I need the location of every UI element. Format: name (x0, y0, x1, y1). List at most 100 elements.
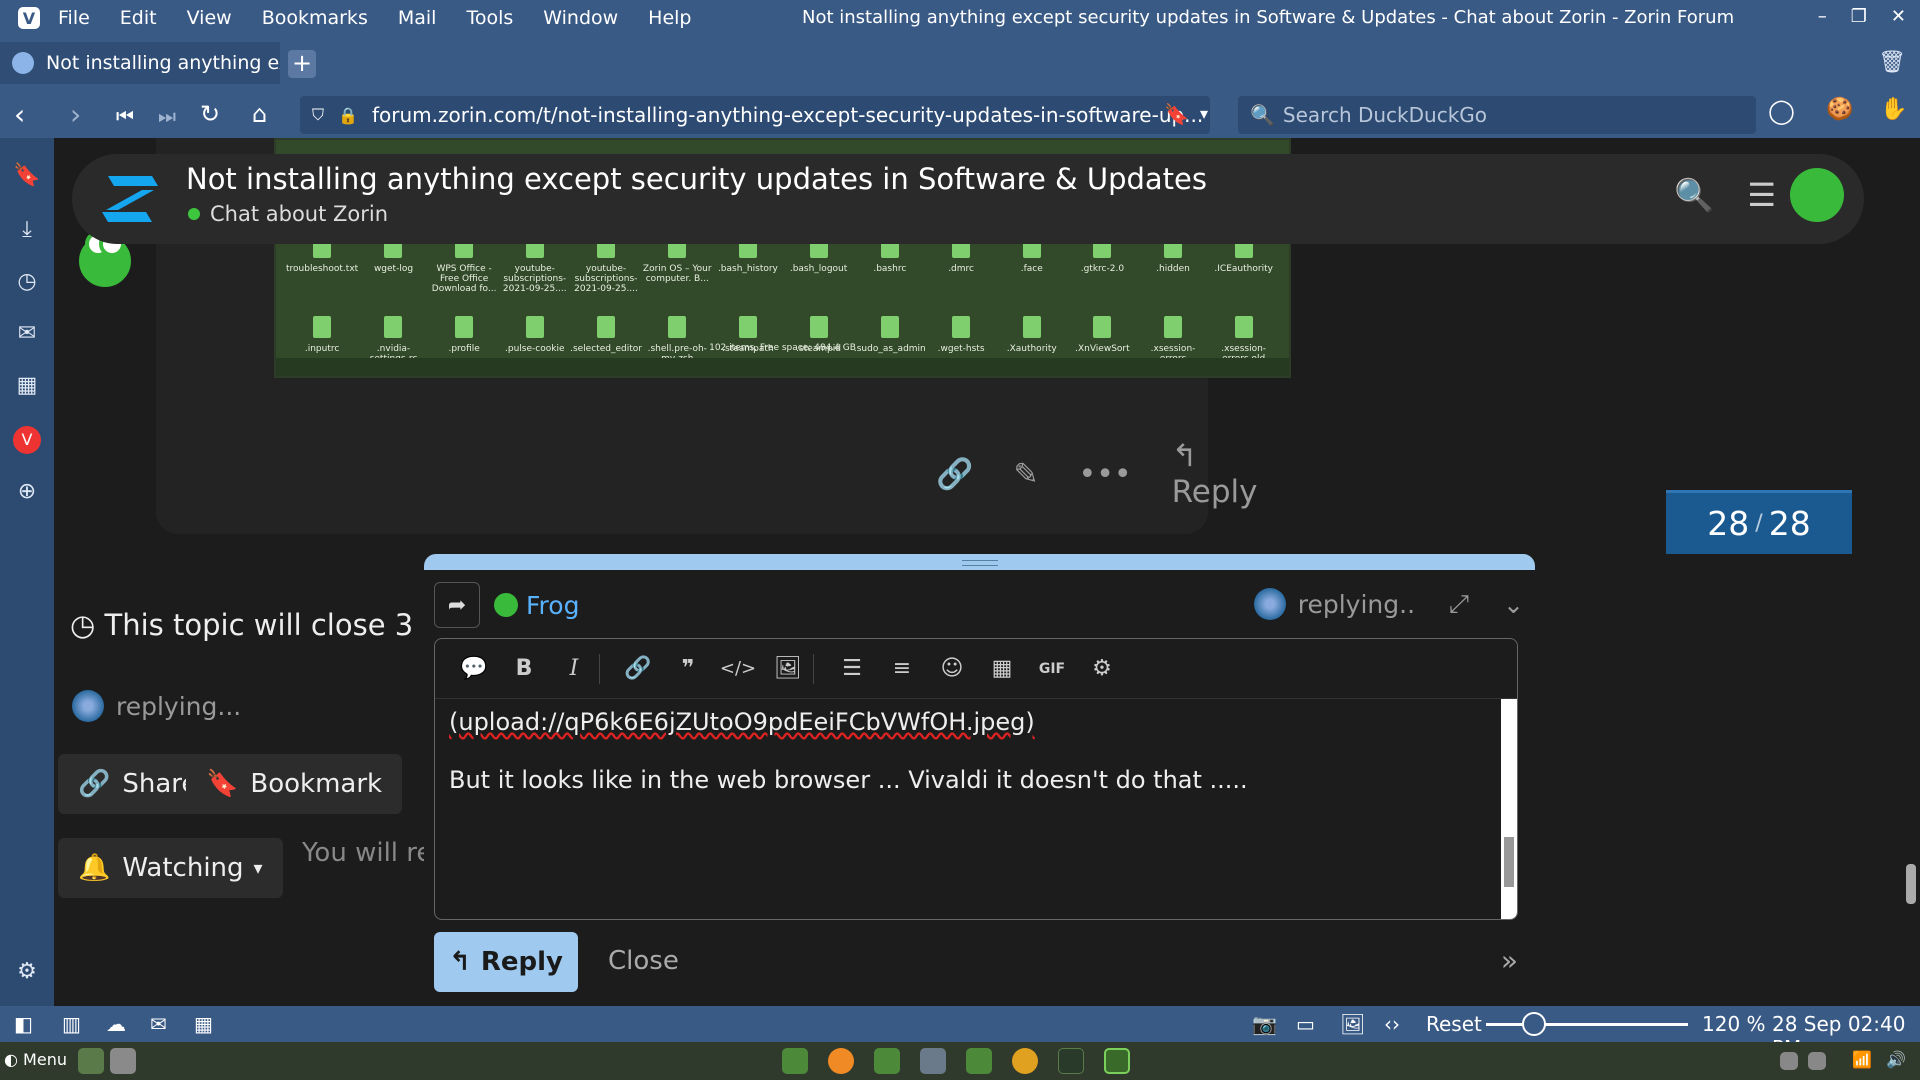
image-upload-icon[interactable]: 🖼 (763, 656, 813, 681)
sun-app-icon[interactable] (1012, 1048, 1038, 1074)
adblock-hand-icon[interactable]: ✋ (1880, 97, 1907, 122)
terminal-icon[interactable] (1058, 1048, 1084, 1074)
bookmark-button[interactable]: 🔖 Bookmark (186, 754, 403, 814)
quote-bubble-icon[interactable]: 💬 (449, 656, 499, 681)
menu-file[interactable]: File (58, 7, 90, 29)
collapse-chevron-icon[interactable]: ⌄ (1503, 590, 1524, 619)
reload-icon[interactable]: ↻ (200, 100, 220, 128)
blockquote-icon[interactable]: ❞ (663, 656, 713, 681)
reply-action-icon[interactable]: ➦ (434, 582, 480, 628)
shield-icon[interactable]: ⛉ (312, 105, 324, 125)
terminal-tray-icon[interactable] (1780, 1052, 1798, 1070)
mail-icon[interactable]: ✉ (13, 320, 41, 348)
downloads-icon[interactable]: ⤓ (13, 216, 41, 244)
vivaldi-logo-icon[interactable]: V (18, 7, 40, 29)
gear-icon[interactable]: ⚙ (1077, 656, 1127, 681)
minimize-icon[interactable]: – (1818, 6, 1827, 27)
composer-resize-grip[interactable] (424, 554, 1535, 570)
home-icon[interactable]: ⌂ (252, 100, 267, 128)
tab-tiling-icon[interactable]: ▥ (62, 1012, 81, 1036)
trash-icon[interactable]: 🗑 (1878, 50, 1906, 75)
editor-textarea[interactable]: (upload://qP6k6E6jZUtoO9pdEeiFCbVWfOH.jp… (435, 699, 1517, 803)
menu-view[interactable]: View (187, 7, 232, 29)
page-scrollbar[interactable] (1901, 138, 1920, 1006)
images-icon[interactable]: 🖼 (1340, 1012, 1365, 1036)
italic-icon[interactable]: I (549, 656, 599, 681)
software-store-icon[interactable] (874, 1048, 900, 1074)
user-avatar[interactable] (1790, 168, 1844, 222)
code-icon[interactable]: </> (713, 658, 763, 679)
menu-bookmarks[interactable]: Bookmarks (262, 7, 368, 29)
close-composer-button[interactable]: Close (608, 946, 679, 976)
printer-icon[interactable] (110, 1048, 136, 1074)
files-app-icon[interactable] (782, 1048, 808, 1074)
search-icon[interactable]: 🔍 (1674, 176, 1714, 214)
watching-button[interactable]: 🔔 Watching ▾ (58, 838, 283, 898)
calendar-icon[interactable]: ▦ (13, 372, 41, 400)
forward-icon[interactable]: › (70, 98, 81, 131)
topic-title[interactable]: Not installing anything except security … (186, 162, 1207, 196)
link-icon[interactable]: 🔗 (936, 457, 973, 492)
edit-pencil-icon[interactable]: ✎ (1013, 457, 1038, 492)
zoom-slider[interactable] (1486, 1023, 1688, 1026)
calendar-status-icon[interactable]: ▦ (194, 1012, 213, 1036)
media-player-icon[interactable] (828, 1048, 854, 1074)
page-actions-icon[interactable]: ‹› (1384, 1012, 1400, 1036)
zorin-logo-icon[interactable] (98, 172, 162, 226)
close-window-icon[interactable]: ✕ (1891, 6, 1906, 27)
more-icon[interactable]: ••• (1079, 457, 1132, 492)
submit-reply-button[interactable]: ↰ Reply (434, 932, 578, 992)
editor-scrollbar[interactable] (1501, 699, 1517, 919)
chevron-down-icon[interactable]: ▾ (1200, 104, 1208, 123)
menu-edit[interactable]: Edit (120, 7, 157, 29)
add-panel-icon[interactable]: ⊕ (13, 478, 41, 506)
zoom-slider-handle[interactable] (1522, 1012, 1546, 1036)
volume-icon[interactable]: 🔊 (1886, 1050, 1906, 1069)
search-field[interactable]: 🔍 Search DuckDuckGo (1238, 96, 1756, 134)
wifi-icon[interactable]: 📶 (1852, 1050, 1872, 1069)
menu-tools[interactable]: Tools (466, 7, 513, 29)
hamburger-menu-icon[interactable]: ☰ (1747, 176, 1776, 214)
text-editor-icon[interactable] (966, 1048, 992, 1074)
history-icon[interactable]: ◷ (13, 268, 41, 296)
start-menu-button[interactable]: ◐ Menu (4, 1050, 67, 1069)
menu-help[interactable]: Help (648, 7, 691, 29)
post-reply-button[interactable]: ↰ Reply (1172, 438, 1258, 510)
menu-window[interactable]: Window (543, 7, 618, 29)
bold-icon[interactable]: B (499, 656, 549, 681)
url-field[interactable]: ⛉ 🔒 forum.zorin.com/t/not-installing-any… (300, 96, 1210, 134)
bookmark-page-icon[interactable]: 🔖 (1164, 102, 1189, 126)
numbered-list-icon[interactable]: ≡ (877, 656, 927, 681)
fast-forward-icon[interactable]: ⏭ (158, 104, 176, 128)
new-tab-button[interactable]: + (288, 50, 316, 78)
mail-status-icon[interactable]: ✉ (150, 1012, 167, 1036)
back-icon[interactable]: ‹ (14, 98, 25, 131)
maximize-icon[interactable]: ❐ (1851, 6, 1867, 27)
hyperlink-icon[interactable]: 🔗 (613, 656, 663, 681)
fullscreen-icon[interactable]: ⤢ (1449, 589, 1469, 619)
timeline-progress[interactable]: 28 / 28 (1666, 490, 1852, 554)
capture-icon[interactable]: 📷 (1252, 1012, 1277, 1036)
cookie-icon[interactable]: 🍪 (1826, 97, 1853, 122)
rewind-icon[interactable]: ⏮ (116, 104, 134, 128)
bullet-list-icon[interactable]: ☰ (827, 656, 877, 681)
vivaldi-panel-icon[interactable]: V (13, 426, 41, 454)
gif-button[interactable]: GIF (1027, 661, 1077, 677)
profile-icon[interactable]: ◯ (1768, 97, 1795, 125)
double-chevron-icon[interactable]: » (1501, 944, 1518, 977)
menu-mail[interactable]: Mail (398, 7, 437, 29)
file-manager-icon[interactable] (78, 1048, 104, 1074)
tab-zorin-forum[interactable]: Not installing anything except (0, 42, 280, 84)
emoji-icon[interactable]: ☺ (927, 656, 977, 681)
bookmarks-panel-icon[interactable]: 🔖 (13, 162, 41, 190)
category-badge[interactable]: Chat about Zorin (188, 202, 388, 226)
calendar-insert-icon[interactable]: ▦ (977, 656, 1027, 681)
page-tiling-icon[interactable]: ▭ (1296, 1012, 1315, 1036)
tray-app-icon[interactable] (1808, 1052, 1826, 1070)
cloud-sync-icon[interactable]: ☁ (106, 1012, 126, 1036)
vivaldi-taskbar-icon[interactable] (1104, 1048, 1130, 1074)
panel-toggle-icon[interactable]: ◧ (14, 1012, 33, 1036)
settings-gear-icon[interactable]: ⚙ (13, 958, 41, 986)
composer-topic[interactable]: Frog (494, 591, 579, 620)
zoom-reset-button[interactable]: Reset (1426, 1012, 1482, 1036)
